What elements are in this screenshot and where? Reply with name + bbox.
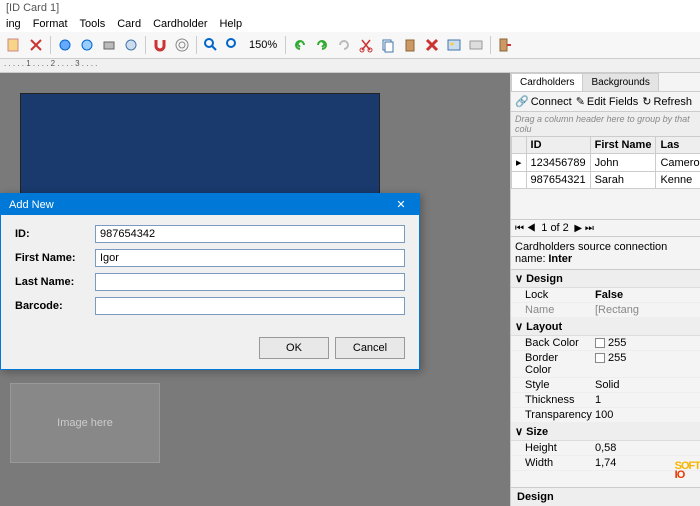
print-icon[interactable]: [99, 35, 119, 55]
menu-item[interactable]: Card: [117, 18, 141, 30]
id-label: ID:: [15, 228, 95, 240]
menu-item[interactable]: Format: [33, 18, 68, 30]
dialog-title: Add New: [9, 199, 54, 211]
edit-icon[interactable]: [4, 35, 24, 55]
redo-icon[interactable]: [312, 35, 332, 55]
side-panel: Cardholders Backgrounds 🔗 Connect ✎ Edit…: [510, 73, 700, 506]
redo2-icon[interactable]: [334, 35, 354, 55]
cardholders-grid[interactable]: ID First Name Las ▸ 123456789JohnCamero …: [511, 136, 700, 189]
gear2-icon[interactable]: [121, 35, 141, 55]
lastname-field[interactable]: [95, 273, 405, 291]
cancel-button[interactable]: Cancel: [335, 337, 405, 359]
magnet-icon[interactable]: [150, 35, 170, 55]
close-icon[interactable]: ✕: [391, 198, 411, 211]
editfields-button[interactable]: ✎ Edit Fields: [576, 95, 639, 108]
gear-blue-icon[interactable]: [55, 35, 75, 55]
grid-group-hint: Drag a column header here to group by th…: [511, 112, 700, 136]
canvas[interactable]: ID: 123456789 Image here Add New ✕ ID: F…: [0, 73, 510, 506]
col-id[interactable]: ID: [526, 137, 590, 154]
tab-cardholders[interactable]: Cardholders: [511, 73, 583, 91]
image-icon[interactable]: [444, 35, 464, 55]
menu-bar: ing Format Tools Card Cardholder Help: [0, 16, 700, 32]
pager[interactable]: ⏮ ◀ 1 of 2 ▶ ⏭: [511, 219, 700, 237]
add-new-dialog: Add New ✕ ID: First Name: Last Name: Bar…: [0, 193, 420, 370]
undo-icon[interactable]: [290, 35, 310, 55]
connection-name: Cardholders source connection name: Inte…: [511, 237, 700, 270]
exit-icon[interactable]: [495, 35, 515, 55]
zoom-fit-icon[interactable]: [223, 35, 243, 55]
lastname-label: Last Name:: [15, 276, 95, 288]
prop-footer: Design: [511, 487, 700, 506]
main-toolbar: 150%: [0, 32, 700, 59]
firstname-field[interactable]: [95, 249, 405, 267]
remove-icon[interactable]: [422, 35, 442, 55]
zoom-icon[interactable]: [201, 35, 221, 55]
target-icon[interactable]: [172, 35, 192, 55]
menu-item[interactable]: ing: [6, 18, 21, 30]
cut-icon[interactable]: [356, 35, 376, 55]
barcode-field[interactable]: [95, 297, 405, 315]
col-last[interactable]: Las: [656, 137, 700, 154]
ruler: . . . . . 1 . . . . 2 . . . . 3 . . . .: [0, 59, 700, 73]
delete-icon[interactable]: [26, 35, 46, 55]
watermark: SOFT IO: [675, 462, 700, 480]
firstname-label: First Name:: [15, 252, 95, 264]
ok-button[interactable]: OK: [259, 337, 329, 359]
table-row[interactable]: ▸ 123456789JohnCamero: [512, 154, 700, 172]
image-placeholder[interactable]: Image here: [10, 383, 160, 463]
window-title: [ID Card 1]: [0, 0, 700, 16]
misc-icon[interactable]: [466, 35, 486, 55]
paste-icon[interactable]: [400, 35, 420, 55]
copy-icon[interactable]: [378, 35, 398, 55]
refresh-button[interactable]: ↻ Refresh: [642, 95, 692, 108]
menu-item[interactable]: Cardholder: [153, 18, 207, 30]
col-first[interactable]: First Name: [590, 137, 656, 154]
menu-item[interactable]: Help: [219, 18, 242, 30]
table-row[interactable]: 987654321SarahKenne: [512, 172, 700, 189]
tab-backgrounds[interactable]: Backgrounds: [582, 73, 658, 91]
gear-icon[interactable]: [77, 35, 97, 55]
connect-button[interactable]: 🔗 Connect: [515, 95, 572, 108]
menu-item[interactable]: Tools: [80, 18, 106, 30]
zoom-level[interactable]: 150%: [245, 39, 281, 51]
id-field[interactable]: [95, 225, 405, 243]
barcode-label: Barcode:: [15, 300, 95, 312]
property-grid[interactable]: ∨ Design LockFalse Name[Rectang ∨ Layout…: [511, 270, 700, 487]
